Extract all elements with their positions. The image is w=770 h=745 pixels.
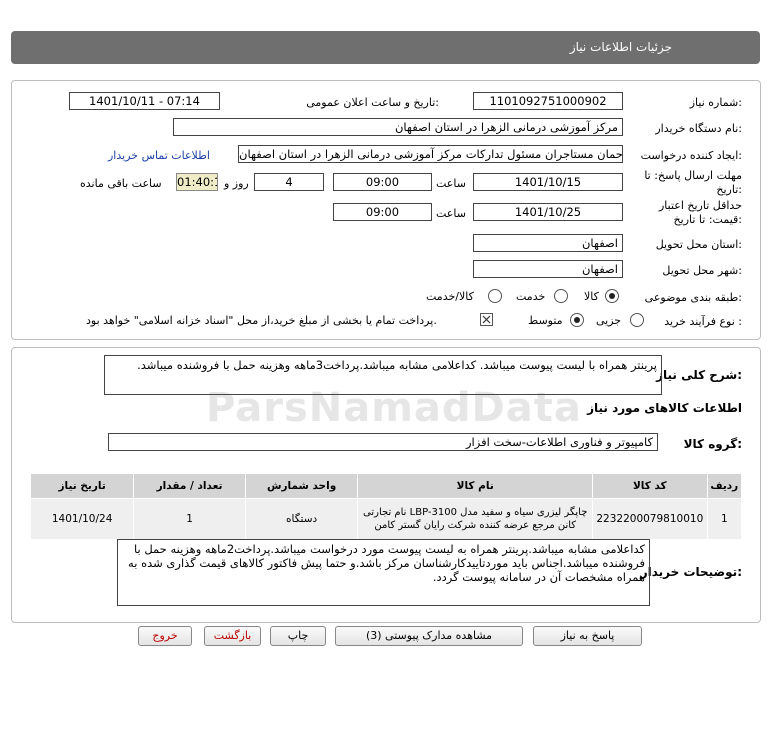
validity-time-field: 09:00 [333, 203, 432, 221]
goods-section-title: اطلاعات کالاهای مورد نیاز [587, 401, 742, 415]
buyer-org-label: نام دستگاه خریدار: [655, 122, 742, 135]
deadline-label: مهلت ارسال پاسخ: تا تاریخ: [644, 169, 742, 196]
table-row: 1 2232200079810010 چاپگر لیزری سیاه و سف… [29, 498, 743, 540]
cell-qty: 1 [133, 498, 246, 540]
process-type-label: نوع فرآیند خرید : [664, 315, 742, 328]
delivery-city-field: اصفهان [473, 260, 623, 278]
category-radio-goods[interactable] [605, 289, 619, 303]
announce-date-label: تاریخ و ساعت اعلان عمومی: [306, 96, 439, 109]
col-qty: تعداد / مقدار [133, 473, 246, 499]
remaining-time-field: 01:40:15 [176, 173, 218, 191]
exit-button[interactable]: خروج [138, 626, 192, 646]
delivery-province-label: استان محل تحویل: [655, 238, 742, 251]
summary-label: شرح کلی نیاز: [656, 368, 742, 382]
treasury-payment-note: پرداخت تمام یا بخشی از مبلغ خرید،از محل … [86, 314, 437, 327]
buyer-notes-label: توضیحات خریدار: [640, 565, 742, 579]
category-label: طبقه بندی موضوعی: [644, 291, 742, 304]
cross-icon [482, 315, 491, 324]
page-header: جزئیات اطلاعات نیاز [11, 31, 760, 64]
category-radio-service[interactable] [554, 289, 568, 303]
deadline-date-field: 1401/10/15 [473, 173, 623, 191]
deadline-time-label: ساعت [436, 177, 466, 190]
delivery-city-label: شهر محل تحویل: [662, 264, 742, 277]
category-option-goods-service: کالا/خدمت [426, 290, 474, 303]
goods-group-label: گروه کالا: [683, 437, 742, 451]
cell-date: 1401/10/24 [29, 498, 135, 540]
category-option-service: خدمت [516, 290, 546, 303]
col-code: کد کالا [592, 473, 708, 499]
view-attachments-button[interactable]: مشاهده مدارک پیوستی (3) [335, 626, 523, 646]
remaining-time-label: ساعت باقی مانده [80, 177, 162, 190]
category-option-goods: کالا [584, 290, 599, 303]
requester-field: رحمان مستاجران مسئول تدارکات مرکز آموزشی… [238, 145, 623, 163]
process-option-minor: جزیی [596, 314, 622, 327]
validity-date-field: 1401/10/25 [473, 203, 623, 221]
delivery-province-field: اصفهان [473, 234, 623, 252]
col-name: نام کالا [357, 473, 594, 499]
buyer-contact-link[interactable]: اطلاعات تماس خریدار [108, 149, 210, 162]
process-radio-medium[interactable] [570, 313, 584, 327]
col-row: ردیف [706, 473, 743, 499]
need-number-label: شماره نیاز: [689, 96, 742, 109]
process-radio-minor[interactable] [630, 313, 644, 327]
col-unit: واحد شمارش [244, 473, 359, 499]
need-number-field: 1101092751000902 [473, 92, 623, 110]
cell-code: 2232200079810010 [592, 498, 708, 540]
buyer-org-field: مرکز آموزشی درمانی الزهرا در استان اصفها… [173, 118, 623, 136]
goods-table: ردیف کد کالا نام کالا واحد شمارش تعداد /… [29, 473, 743, 540]
cell-name: چاپگر لیزری سیاه و سفید مدل LBP-3100 نام… [357, 498, 594, 540]
validity-time-label: ساعت [436, 207, 466, 220]
goods-group-field: کامپیوتر و فناوری اطلاعات-سخت افزار [108, 433, 658, 451]
category-radio-goods-service[interactable] [488, 289, 502, 303]
summary-text: پرینتر همراه با لیست پیوست میباشد. کداعل… [104, 355, 662, 395]
buyer-notes-text: کداعلامی مشابه میباشد.پرینتر همراه به لی… [117, 539, 650, 606]
print-button[interactable]: چاپ [270, 626, 326, 646]
reply-button[interactable]: پاسخ به نیاز [533, 626, 642, 646]
col-date: تاریخ نیاز [29, 473, 135, 499]
days-remaining-field: 4 [254, 173, 324, 191]
page-title: جزئیات اطلاعات نیاز [569, 40, 672, 54]
treasury-payment-checkbox[interactable] [480, 313, 493, 326]
deadline-time-field: 09:00 [333, 173, 432, 191]
price-validity-label: حداقل تاریخ اعتبار قیمت: تا تاریخ: [658, 199, 742, 226]
days-label: روز و [224, 177, 249, 190]
announce-date-field: 1401/10/11 - 07:14 [69, 92, 220, 110]
back-button[interactable]: بازگشت [204, 626, 261, 646]
requester-label: ایجاد کننده درخواست: [640, 149, 742, 162]
cell-unit: دستگاه [244, 498, 359, 540]
cell-row: 1 [706, 498, 743, 540]
process-option-medium: متوسط [528, 314, 563, 327]
